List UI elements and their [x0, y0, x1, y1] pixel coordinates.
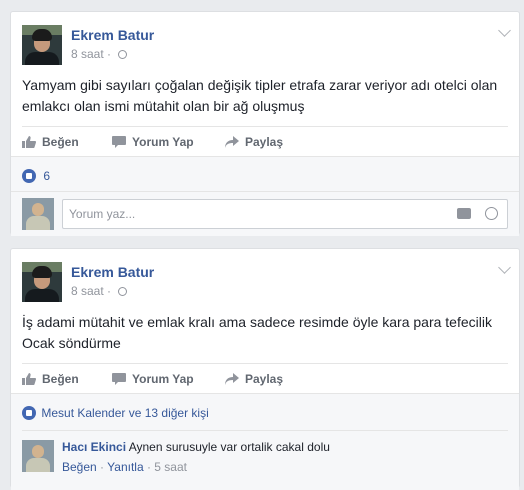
like-button[interactable]: Beğen [22, 364, 79, 394]
emoji-icon[interactable] [485, 207, 498, 220]
comment-input[interactable]: Yorum yaz... [62, 199, 508, 229]
post-actions: Beğen Yorum Yap Paylaş [22, 364, 508, 394]
share-icon [225, 373, 239, 385]
thumbs-up-icon [22, 373, 36, 385]
comment-body: Hacı Ekinci Aynen surusuyle var ortalik … [62, 440, 330, 454]
like-button[interactable]: Beğen [22, 127, 79, 157]
comment-text: Aynen surusuyle var ortalik cakal dolu [128, 440, 330, 454]
commenter-avatar[interactable] [22, 440, 54, 472]
post-card: Ekrem Batur 8 saat · İş adami mütahit ve… [10, 248, 520, 490]
viewer-avatar [22, 198, 54, 230]
commenter-name[interactable]: Hacı Ekinci [62, 440, 126, 454]
comment-icon [112, 136, 126, 148]
globe-icon [118, 50, 128, 59]
post-actions: Beğen Yorum Yap Paylaş [22, 127, 508, 157]
share-button[interactable]: Paylaş [225, 127, 283, 157]
like-badge-icon [22, 406, 36, 420]
post-text: İş adami mütahit ve emlak kralı ama sade… [22, 314, 492, 351]
share-button[interactable]: Paylaş [225, 364, 283, 394]
comment-time[interactable]: 5 saat [154, 460, 187, 474]
likes-summary[interactable]: Mesut Kalender ve 13 diğer kişi [22, 406, 209, 420]
post-card: Ekrem Batur 8 saat · Yamyam gibi sayılar… [10, 11, 520, 236]
post-text: Yamyam gibi sayıları çoğalan değişik tip… [22, 77, 498, 114]
comment-like-link[interactable]: Beğen [62, 460, 97, 474]
author-avatar[interactable] [22, 262, 62, 302]
share-icon [225, 136, 239, 148]
chevron-down-icon[interactable] [498, 261, 511, 274]
post-footer: 6 Yorum yaz... [11, 156, 519, 236]
likes-summary[interactable]: 6 [22, 169, 50, 183]
post-time[interactable]: 8 saat · [71, 284, 128, 298]
globe-icon [118, 287, 128, 296]
comment-actions: Beğen · Yanıtla · 5 saat [62, 460, 187, 474]
author-avatar[interactable] [22, 25, 62, 65]
comment-icon [112, 373, 126, 385]
chevron-down-icon[interactable] [498, 24, 511, 37]
comment-button[interactable]: Yorum Yap [112, 364, 194, 394]
comment-reply-link[interactable]: Yanıtla [107, 460, 143, 474]
author-name[interactable]: Ekrem Batur [71, 264, 154, 280]
comment-button[interactable]: Yorum Yap [112, 127, 194, 157]
thumbs-up-icon [22, 136, 36, 148]
like-badge-icon [22, 169, 36, 183]
post-footer: Mesut Kalender ve 13 diğer kişi Hacı Eki… [11, 393, 519, 490]
camera-icon[interactable] [457, 208, 471, 219]
author-name[interactable]: Ekrem Batur [71, 27, 154, 43]
post-time[interactable]: 8 saat · [71, 47, 128, 61]
